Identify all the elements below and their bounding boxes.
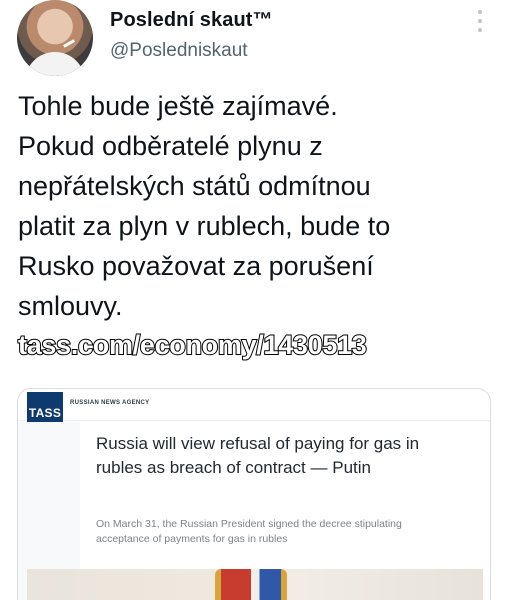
more-vertical-icon[interactable] <box>466 10 494 32</box>
tweet-link[interactable]: tass.com/economy/1430513 <box>17 326 368 364</box>
avatar[interactable] <box>17 0 93 76</box>
author-display-name[interactable]: Poslední skaut™ <box>110 9 273 32</box>
agency-label: RUSSIAN NEWS AGENCY <box>70 400 150 406</box>
avatar-cigarette <box>63 39 75 48</box>
avatar-shirt <box>25 52 85 76</box>
more-dot <box>478 19 482 23</box>
more-dot <box>478 28 482 32</box>
card-header-bar: TASS RUSSIAN NEWS AGENCY <box>18 389 490 422</box>
tass-logo: TASS <box>27 392 63 422</box>
link-preview-card[interactable]: TASS RUSSIAN NEWS AGENCY Russia will vie… <box>17 388 491 600</box>
article-title[interactable]: Russia will view refusal of paying for g… <box>96 432 426 480</box>
article-photo-flag <box>215 569 287 600</box>
author-handle[interactable]: @Posledniskaut <box>110 40 248 62</box>
tweet: Poslední skaut™ @Posledniskaut Tohle bud… <box>0 0 508 600</box>
more-dot <box>478 10 482 14</box>
article-subtitle: On March 31, the Russian President signe… <box>96 518 402 545</box>
tweet-text: Tohle bude ještě zajímavé. Pokud odběrat… <box>18 91 391 321</box>
